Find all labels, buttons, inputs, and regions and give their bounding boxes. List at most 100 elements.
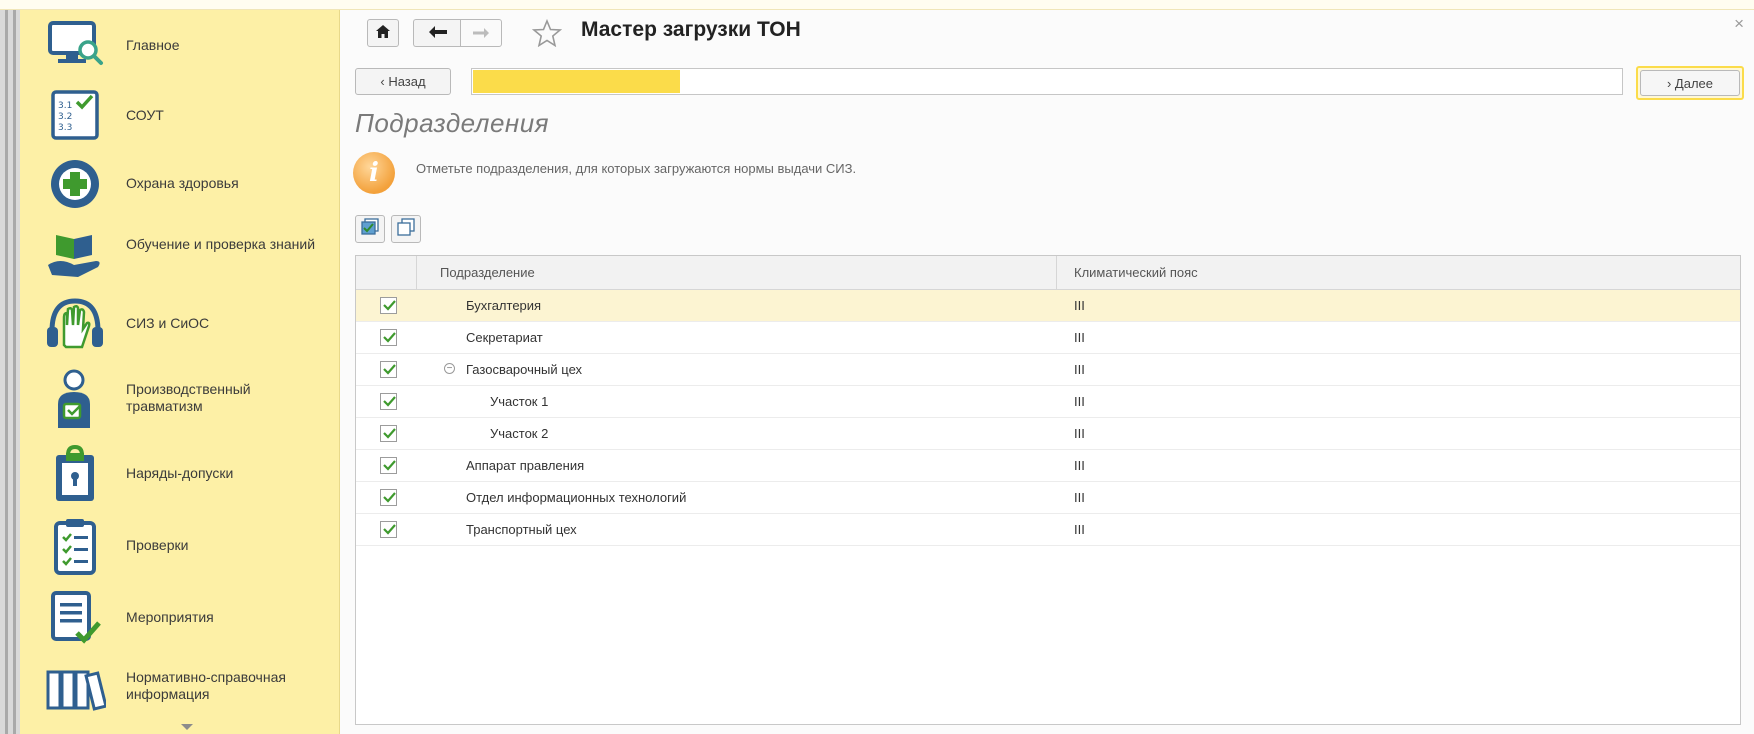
sidebar-item-label: Производственный травматизм xyxy=(126,381,251,414)
sidebar-item-training[interactable]: Обучение и проверка знаний xyxy=(20,223,340,285)
cell-subdivision: Газосварочный цех xyxy=(466,362,583,377)
row-checkbox[interactable] xyxy=(380,393,397,410)
table-row[interactable]: Участок 2 III xyxy=(356,418,1740,450)
cell-climate-zone: III xyxy=(1074,522,1085,537)
table-row[interactable]: Аппарат правления III xyxy=(356,450,1740,482)
sidebar-item-health[interactable]: Охрана здоровья xyxy=(20,153,340,215)
sidebar-item-label: СОУТ xyxy=(126,107,164,123)
cell-subdivision: Аппарат правления xyxy=(466,458,585,473)
table-row[interactable]: Транспортный цех III xyxy=(356,514,1740,546)
books-icon xyxy=(42,659,108,719)
table-row[interactable]: − Газосварочный цех III xyxy=(356,354,1740,386)
cell-subdivision: Отдел информационных технологий xyxy=(466,490,687,505)
sidebar-item-label: Мероприятия xyxy=(126,609,214,625)
uncheck-all-button[interactable] xyxy=(391,215,421,243)
uncheck-all-icon xyxy=(396,217,416,241)
back-nav-button[interactable] xyxy=(413,19,461,47)
home-icon xyxy=(376,25,390,41)
table-header: Подразделение Климатический пояс xyxy=(356,256,1740,290)
injured-person-icon xyxy=(42,363,108,433)
medical-cross-icon xyxy=(42,154,108,214)
row-checkbox[interactable] xyxy=(380,457,397,474)
collapse-group-icon[interactable]: − xyxy=(444,363,455,374)
edge-line xyxy=(5,10,8,734)
sidebar-item-label: Охрана здоровья xyxy=(126,175,239,191)
monitor-search-icon xyxy=(42,15,108,75)
cell-subdivision: Бухгалтерия xyxy=(466,298,542,313)
sidebar-item-inspections[interactable]: Проверки xyxy=(20,515,340,577)
sidebar-item-label: Наряды-допуски xyxy=(126,465,234,481)
sidebar-item-measures[interactable]: Мероприятия xyxy=(20,587,340,649)
row-checkbox[interactable] xyxy=(380,297,397,314)
cell-climate-zone: III xyxy=(1074,458,1085,473)
cell-subdivision: Секретариат xyxy=(466,330,543,345)
cell-climate-zone: III xyxy=(1074,426,1085,441)
row-checkbox[interactable] xyxy=(380,361,397,378)
sidebar-item-label: Проверки xyxy=(126,537,189,553)
svg-text:3.1: 3.1 xyxy=(58,101,72,111)
row-checkbox[interactable] xyxy=(380,521,397,538)
cell-climate-zone: III xyxy=(1074,490,1085,505)
arrow-left-icon xyxy=(428,25,447,41)
section-heading: Подразделения xyxy=(355,108,550,138)
arrow-right-icon xyxy=(473,26,489,41)
lock-clipboard-icon xyxy=(42,444,108,504)
cell-climate-zone: III xyxy=(1074,394,1085,409)
sidebar-item-label: Нормативно-справочная информация xyxy=(126,669,286,702)
page-title: Мастер загрузки ТОН xyxy=(581,18,801,41)
document-check-icon xyxy=(42,588,108,648)
back-button[interactable]: ‹ Назад xyxy=(355,68,451,95)
left-panel-edge xyxy=(0,10,20,734)
next-button[interactable]: › Далее xyxy=(1640,70,1740,96)
cell-climate-zone: III xyxy=(1074,330,1085,345)
cell-subdivision: Участок 1 xyxy=(490,394,549,409)
home-button[interactable] xyxy=(367,19,399,47)
column-divider xyxy=(1056,256,1057,290)
column-header-climate-zone[interactable]: Климатический пояс xyxy=(1074,265,1198,280)
cell-climate-zone: III xyxy=(1074,362,1085,377)
main-panel: Мастер загрузки ТОН × ‹ Назад › Далее По… xyxy=(341,10,1754,734)
cell-subdivision: Транспортный цех xyxy=(466,522,577,537)
column-header-subdivision[interactable]: Подразделение xyxy=(440,265,535,280)
info-message: Отметьте подразделения, для которых загр… xyxy=(416,161,857,176)
app-window: Главное 3.1 3.2 3.3 СОУТ Охрана здоровья… xyxy=(0,0,1754,734)
book-hand-icon xyxy=(42,224,108,284)
progress-fill xyxy=(473,70,680,93)
sidebar-item-injuries[interactable]: Производственный травматизм xyxy=(20,363,340,433)
glove-headphones-icon xyxy=(42,294,108,354)
sidebar: Главное 3.1 3.2 3.3 СОУТ Охрана здоровья… xyxy=(20,10,340,734)
close-icon[interactable]: × xyxy=(1734,14,1744,34)
sidebar-item-permits[interactable]: Наряды-допуски xyxy=(20,443,340,505)
sidebar-item-sout[interactable]: 3.1 3.2 3.3 СОУТ xyxy=(20,85,340,145)
sidebar-item-reference[interactable]: Нормативно-справочная информация xyxy=(20,658,340,720)
sidebar-item-label: СИЗ и СиОС xyxy=(126,315,210,331)
row-checkbox[interactable] xyxy=(380,489,397,506)
check-clipboard-icon xyxy=(42,516,108,576)
subdivisions-table: Подразделение Климатический пояс Бухгалт… xyxy=(355,255,1741,725)
window-top-edge xyxy=(0,0,1754,10)
table-row[interactable]: Участок 1 III xyxy=(356,386,1740,418)
sidebar-scroll-down-icon[interactable] xyxy=(181,724,193,730)
cell-subdivision: Участок 2 xyxy=(490,426,549,441)
row-checkbox[interactable] xyxy=(380,425,397,442)
sidebar-item-main[interactable]: Главное xyxy=(20,15,340,75)
edge-line xyxy=(13,10,16,734)
sidebar-item-label: Обучение и проверка знаний xyxy=(126,236,316,252)
svg-text:3.2: 3.2 xyxy=(58,112,72,122)
table-row[interactable]: Бухгалтерия III xyxy=(356,290,1740,322)
svg-text:3.3: 3.3 xyxy=(58,123,72,133)
check-all-button[interactable] xyxy=(355,215,385,243)
checklist-icon: 3.1 3.2 3.3 xyxy=(42,85,108,145)
table-row[interactable]: Секретариат III xyxy=(356,322,1740,354)
progress-bar xyxy=(471,68,1623,95)
check-all-icon xyxy=(360,217,380,241)
cell-climate-zone: III xyxy=(1074,298,1085,313)
sidebar-item-label: Главное xyxy=(126,37,180,53)
next-button-focus: › Далее xyxy=(1636,66,1744,100)
column-divider xyxy=(416,256,417,290)
sidebar-item-ppe[interactable]: СИЗ и СиОС xyxy=(20,293,340,355)
forward-nav-button[interactable] xyxy=(460,19,502,47)
favorite-star-icon[interactable] xyxy=(531,18,563,52)
row-checkbox[interactable] xyxy=(380,329,397,346)
table-row[interactable]: Отдел информационных технологий III xyxy=(356,482,1740,514)
